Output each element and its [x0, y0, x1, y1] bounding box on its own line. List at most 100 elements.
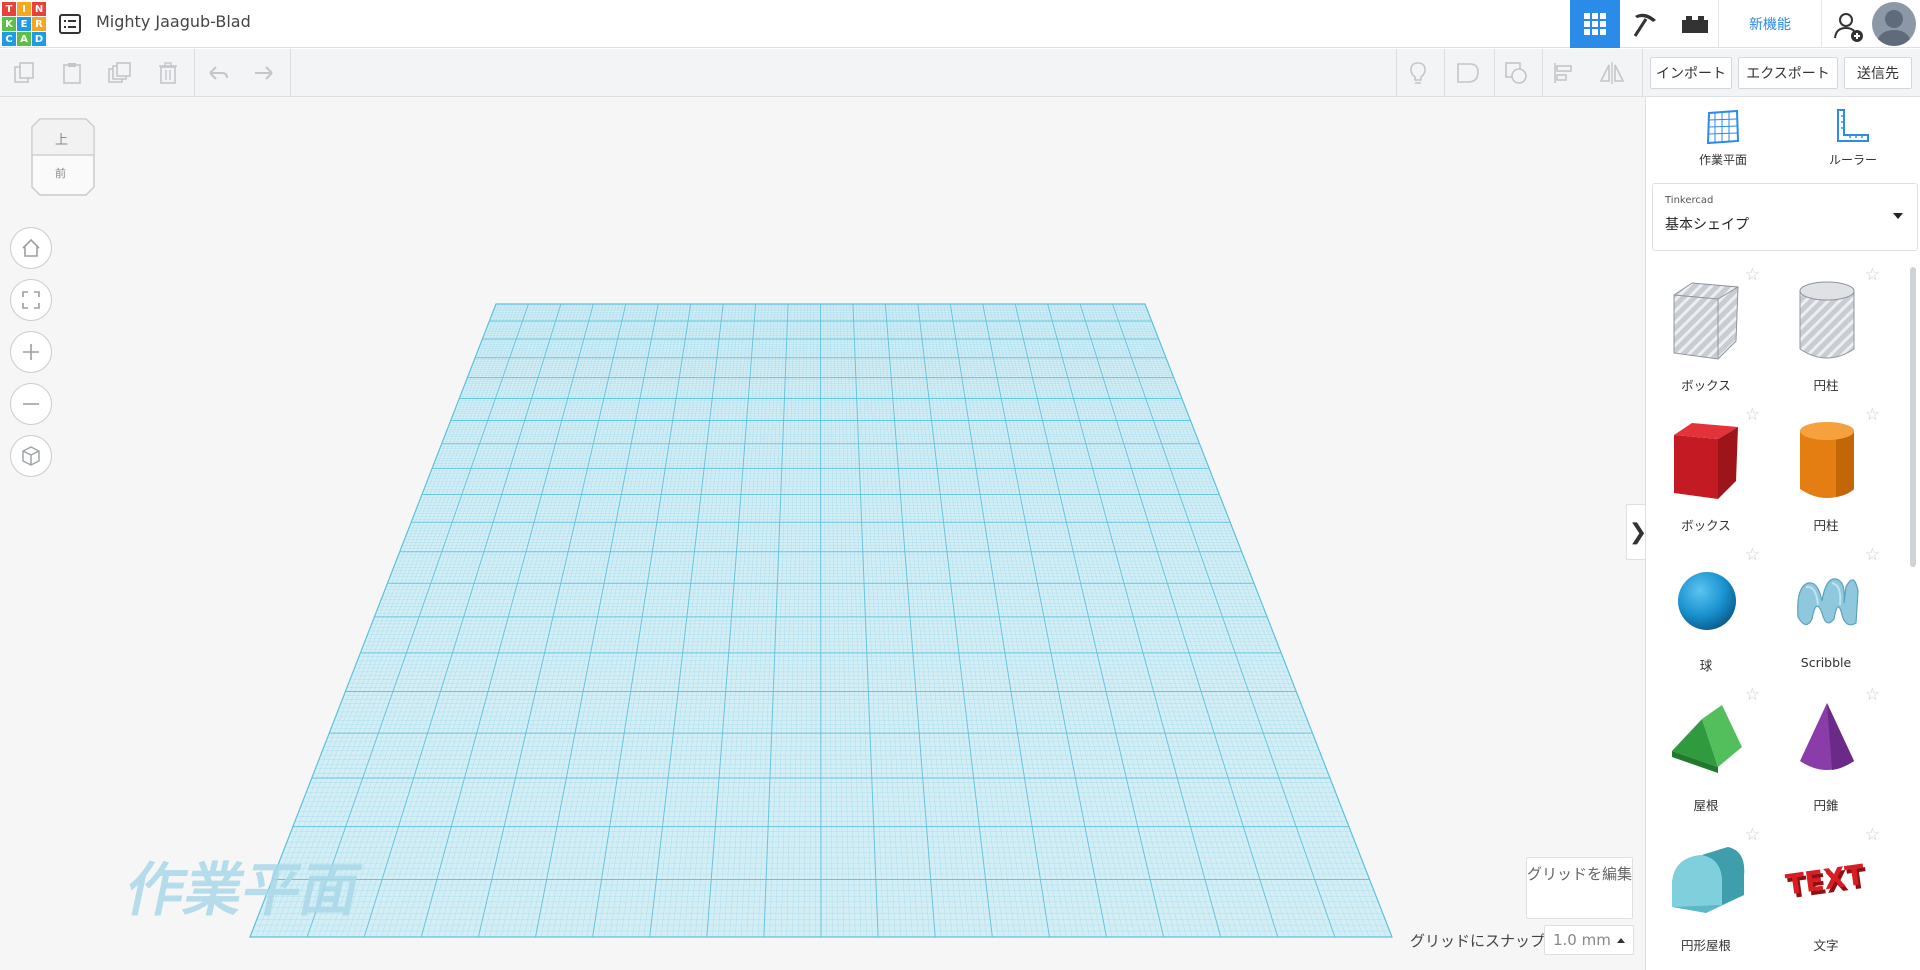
- undo-icon: [209, 66, 228, 80]
- mirror-button[interactable]: [1596, 57, 1628, 89]
- copy-button[interactable]: [8, 57, 40, 89]
- redo-button[interactable]: [248, 57, 280, 89]
- logo-letter: I: [17, 2, 31, 16]
- snap-grid-select[interactable]: 1.0 mm: [1544, 925, 1634, 955]
- avatar-icon: [1876, 10, 1912, 46]
- show-notes-button[interactable]: [1402, 57, 1434, 89]
- zoom-in-button[interactable]: [10, 331, 52, 373]
- invite-user-button[interactable]: [1828, 6, 1868, 46]
- 3d-design-view-button[interactable]: [1570, 0, 1620, 48]
- group-button[interactable]: [1452, 57, 1484, 89]
- import-button[interactable]: インポート: [1650, 57, 1732, 89]
- roof-shape-icon: [1672, 705, 1742, 773]
- toolbar-separator: [290, 49, 291, 96]
- workplane-tool-label: 作業平面: [1698, 153, 1747, 167]
- ruler-tool-label: ルーラー: [1828, 153, 1877, 167]
- ungroup-button[interactable]: [1500, 57, 1532, 89]
- paste-icon: [63, 63, 81, 84]
- list-icon: [59, 14, 81, 34]
- toolbar-separator: [194, 49, 195, 96]
- send-to-button[interactable]: 送信先: [1844, 57, 1912, 89]
- perspective-toggle-button[interactable]: [10, 435, 52, 477]
- edit-grid-button[interactable]: グリッドを編集: [1526, 857, 1633, 919]
- logo-letter: C: [2, 32, 16, 46]
- cylinder-hole-shape-icon: [1799, 281, 1855, 359]
- new-features-button[interactable]: 新機能: [1718, 0, 1822, 48]
- shape-round-roof[interactable]: ☆ 円形屋根: [1646, 823, 1766, 957]
- toolbar-separator: [1642, 49, 1643, 96]
- shapes-panel: 作業平面 ルーラー Tinkercad 基本シェイプ ☆ ボックス ☆ 円柱 ☆…: [1645, 97, 1920, 970]
- library-category: Tinkercad: [1665, 195, 1714, 206]
- shape-name: 円錐: [1813, 798, 1839, 813]
- fit-view-button[interactable]: [10, 279, 52, 321]
- workplane-icon: [1706, 109, 1740, 145]
- shape-name: 球: [1699, 658, 1713, 673]
- box-hole-shape-icon: [1673, 282, 1739, 360]
- logo-letter: N: [32, 2, 46, 16]
- box-shape-icon: [1674, 423, 1738, 499]
- delete-icon: [159, 62, 177, 84]
- workplane-watermark: 作業平面: [120, 857, 366, 924]
- bricks-view-button[interactable]: [1670, 0, 1720, 48]
- zoom-in-icon: [23, 344, 39, 360]
- logo-letter: D: [32, 32, 46, 46]
- home-view-button[interactable]: [10, 227, 52, 269]
- user-avatar[interactable]: [1872, 2, 1916, 46]
- home-icon: [22, 238, 40, 257]
- snap-grid-label: グリッドにスナップ: [1410, 932, 1546, 950]
- ruler-icon: [1837, 109, 1869, 142]
- workplane[interactable]: 作業平面: [0, 97, 1645, 970]
- grid-view-icon: [1584, 13, 1606, 35]
- perspective-icon: [22, 446, 40, 466]
- tinkercad-logo[interactable]: T I N K E R C A D: [0, 0, 48, 48]
- shape-cone[interactable]: ☆ 円錐: [1766, 683, 1886, 817]
- shape-name: 文字: [1813, 938, 1839, 953]
- undo-button[interactable]: [202, 57, 234, 89]
- shape-hole-icon: [1505, 62, 1527, 84]
- shape-roof[interactable]: ☆ 屋根: [1646, 683, 1766, 817]
- paste-button[interactable]: [56, 57, 88, 89]
- align-button[interactable]: [1548, 57, 1580, 89]
- toolbar-separator: [1542, 49, 1543, 96]
- brick-icon: [1682, 16, 1708, 33]
- blocks-view-button[interactable]: [1620, 0, 1670, 48]
- zoom-out-button[interactable]: [10, 383, 52, 425]
- shape-scribble[interactable]: ☆ Scribble: [1766, 543, 1886, 677]
- shape-cylinder[interactable]: ☆ 円柱: [1766, 403, 1886, 537]
- shape-name: ボックス: [1681, 518, 1731, 533]
- duplicate-button[interactable]: [104, 57, 136, 89]
- pickaxe-icon: [1633, 13, 1656, 37]
- shape-box[interactable]: ☆ ボックス: [1646, 403, 1766, 537]
- shape-list-scrollbar[interactable]: [1910, 267, 1916, 567]
- shape-cylinder-hole[interactable]: ☆ 円柱: [1766, 263, 1886, 397]
- logo-letter: A: [17, 32, 31, 46]
- toolbar-separator: [1444, 49, 1445, 96]
- scribble-shape-icon: [1797, 578, 1859, 626]
- shape-sphere[interactable]: ☆ 球: [1646, 543, 1766, 677]
- shape-box-hole[interactable]: ☆ ボックス: [1646, 263, 1766, 397]
- designs-list-button[interactable]: [56, 10, 84, 38]
- logo-letter: E: [17, 17, 31, 31]
- shape-name: 円柱: [1813, 518, 1839, 533]
- zoom-out-icon: [23, 403, 39, 405]
- ruler-tool-button[interactable]: ルーラー: [1798, 107, 1908, 171]
- shape-list: ☆ ボックス ☆ 円柱 ☆ ボックス ☆ 円柱 ☆ 球 ☆ Scribble ☆…: [1646, 263, 1908, 970]
- workplane-tool-button[interactable]: 作業平面: [1668, 107, 1778, 171]
- design-title[interactable]: Mighty Jaagub-Blad: [96, 12, 251, 31]
- shape-name: Scribble: [1800, 655, 1852, 670]
- shape-name: 円柱: [1813, 378, 1839, 393]
- sphere-shape-icon: [1678, 572, 1736, 630]
- shape-library-select[interactable]: Tinkercad 基本シェイプ: [1652, 183, 1918, 251]
- 3d-canvas[interactable]: 作業平面 上 前 ❯ グリッドを編集 グリッドにスナップ 1.0 mm: [0, 97, 1650, 970]
- export-button[interactable]: エクスポート: [1738, 57, 1838, 89]
- delete-button[interactable]: [152, 57, 184, 89]
- view-cube[interactable]: 上 前: [28, 117, 98, 197]
- shape-solid-icon: [1457, 63, 1479, 83]
- logo-letter: K: [2, 17, 16, 31]
- align-icon: [1554, 63, 1572, 83]
- toolbar-separator: [1494, 49, 1495, 96]
- caret-up-icon: [1617, 938, 1625, 943]
- shape-text[interactable]: ☆ TEXT TEXT 文字: [1766, 823, 1886, 957]
- snap-grid-value: 1.0 mm: [1553, 931, 1611, 949]
- light-bulb-icon: [1410, 62, 1426, 84]
